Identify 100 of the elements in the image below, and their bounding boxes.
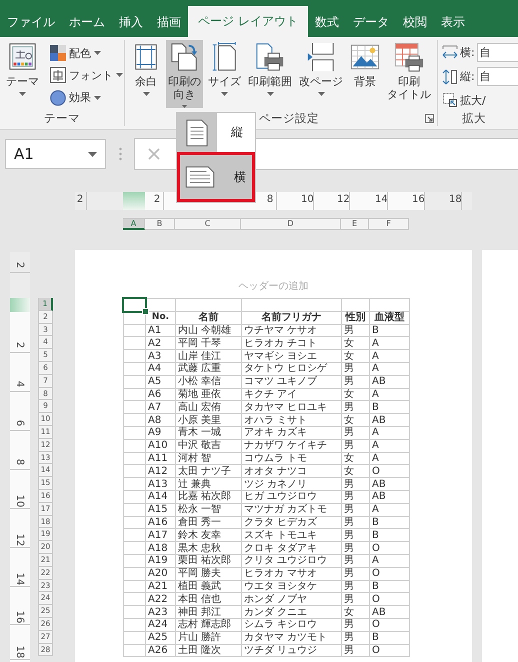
group-label: テーマ	[43, 111, 81, 126]
table-cell: 男	[342, 324, 370, 337]
drag-handle-icon[interactable]	[119, 147, 122, 161]
table-cell: 男	[342, 592, 370, 606]
table-cell: A18	[146, 542, 176, 554]
ribbon-button[interactable]: 印刷の 向き	[166, 40, 203, 108]
field-label: 縦:	[460, 69, 475, 84]
table-cell: B	[370, 516, 410, 529]
table-cell: A	[370, 426, 410, 440]
table-cell: A	[370, 554, 410, 568]
ruler-number: 2	[152, 194, 162, 205]
ribbon-label: 拡大/	[460, 92, 486, 108]
table-cell: 男	[342, 618, 370, 632]
table-cell: ヒラオカ チコト	[242, 336, 342, 350]
ribbon-menu-button[interactable]: 配色	[48, 44, 125, 62]
table-cell: 男	[342, 400, 370, 414]
table-cell: 土田 隆次	[176, 644, 242, 657]
table-cell: 倉田 秀一	[176, 516, 242, 529]
ribbon-tab[interactable]: 表示	[434, 7, 472, 37]
table-cell: ヒラオカ マサオ	[242, 567, 342, 580]
ruler-number: 18	[13, 645, 25, 659]
ribbon-tab[interactable]: ページ レイアウト	[188, 6, 308, 37]
table-header-cell: 血液型	[370, 311, 410, 324]
ribbon-tab[interactable]: データ	[346, 7, 396, 37]
table-cell: 女	[342, 336, 370, 350]
table-cell: 男	[342, 362, 370, 376]
table-cell: 男	[342, 426, 370, 440]
table-cell: A19	[146, 554, 176, 568]
cell-cursor[interactable]	[122, 297, 147, 313]
ribbon-tab[interactable]: 校閲	[396, 7, 434, 37]
table-cell: ナカザワ ケイキチ	[242, 439, 342, 452]
table-cell: O	[370, 644, 410, 657]
ribbon-button[interactable]: 印刷範囲	[246, 40, 294, 108]
table-cell: A8	[146, 414, 176, 426]
table-cell: A25	[146, 631, 176, 644]
name-box[interactable]: A1	[5, 139, 106, 169]
ruler-number: 2	[76, 194, 84, 205]
print-area-icon	[255, 42, 285, 72]
column-header[interactable]: C	[175, 218, 241, 230]
table-cell: 志村 輝志郎	[176, 618, 242, 632]
table-cell: O	[370, 567, 410, 580]
ruler-number: 12	[337, 194, 349, 205]
ribbon-button[interactable]: 印刷 タイトル	[385, 40, 433, 108]
table-cell: A17	[146, 528, 176, 542]
table-cell: ホンダ ノブヤ	[242, 592, 342, 606]
ribbon-tab[interactable]: ファイル	[0, 7, 62, 37]
table-cell: A10	[146, 439, 176, 452]
table-cell: 男	[342, 375, 370, 388]
table-cell: 男	[342, 439, 370, 452]
ribbon-tab[interactable]: ホーム	[62, 7, 112, 37]
ruler-number: 10	[13, 494, 25, 508]
table-cell: B	[370, 631, 410, 644]
table-cell: 男	[342, 644, 370, 657]
table-cell: 辻 兼典	[176, 478, 242, 490]
color-squares-icon	[50, 45, 66, 62]
column-header[interactable]: B	[145, 218, 175, 230]
table-cell: A	[370, 439, 410, 452]
ribbon-tab[interactable]: 数式	[308, 7, 346, 37]
width-arrows-icon	[442, 44, 458, 60]
ribbon-tab[interactable]: 挿入	[112, 7, 150, 37]
table-cell: A20	[146, 567, 176, 580]
column-header[interactable]: E	[341, 218, 369, 230]
table-cell: B	[370, 528, 410, 542]
field-label: 横:	[460, 44, 475, 60]
table-cell: ツジ カネノリ	[242, 478, 342, 490]
table-cell: A4	[146, 362, 176, 376]
column-header[interactable]: F	[369, 218, 409, 230]
table-cell: A7	[146, 400, 176, 414]
column-header[interactable]: A	[123, 218, 145, 230]
ribbon-button[interactable]: 改ページ	[297, 40, 345, 108]
ribbon-menu-button[interactable]: 効果	[48, 88, 125, 107]
table-cell: 小原 美里	[176, 414, 242, 426]
themes-button[interactable]: テーマ	[4, 40, 41, 108]
table-cell: 太田 ナツ子	[176, 464, 242, 478]
table-cell: タカヤマ ヒロユキ	[242, 400, 342, 414]
table-cell: キクチ アイ	[242, 388, 342, 401]
table-cell: B	[370, 400, 410, 414]
table-cell: 神田 邦江	[176, 606, 242, 618]
table-cell: 男	[342, 528, 370, 542]
dialog-launcher-icon[interactable]	[425, 114, 434, 123]
menu-item[interactable]: 横	[177, 152, 255, 202]
table-cell: タケトウ ヒロシゲ	[242, 362, 342, 376]
table-cell: A22	[146, 592, 176, 606]
table-cell: A2	[146, 336, 176, 350]
table-cell: A	[370, 388, 410, 401]
ruler-number: 18	[449, 194, 461, 205]
ribbon-tab[interactable]: 描画	[150, 7, 188, 37]
table-cell: 武藤 広重	[176, 362, 242, 376]
ribbon-menu-button[interactable]: フォント	[48, 66, 125, 84]
table-cell: スズキ トモユキ	[242, 528, 342, 542]
ribbon-button[interactable]: サイズ	[206, 40, 243, 108]
table-cell: AB	[370, 414, 410, 426]
ribbon-button[interactable]: 余白	[129, 40, 163, 108]
ribbon-button[interactable]: 背景	[348, 40, 382, 108]
table-cell: 男	[342, 503, 370, 516]
input-field[interactable]: 自	[476, 67, 518, 86]
input-field[interactable]: 自	[476, 42, 518, 62]
table-cell: AB	[370, 606, 410, 618]
column-header[interactable]: D	[241, 218, 341, 230]
table-cell: 内山 今朝雄	[176, 324, 242, 337]
